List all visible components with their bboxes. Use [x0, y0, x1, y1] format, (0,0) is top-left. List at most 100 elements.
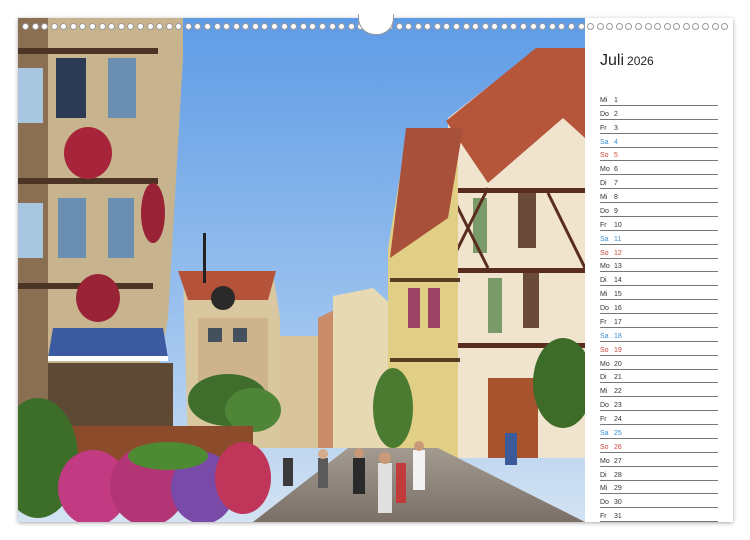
binding-ring	[156, 22, 164, 30]
day-row: Do 30	[600, 494, 718, 509]
day-number: 4	[614, 138, 618, 146]
day-row: Mo 13	[600, 259, 718, 273]
day-weekday: So	[600, 443, 609, 451]
binding-ring	[481, 22, 489, 30]
day-number: 8	[614, 194, 618, 201]
day-number: 16	[614, 305, 622, 312]
day-weekday: Mo	[600, 457, 610, 465]
day-number: 7	[614, 180, 618, 188]
day-row: Mi 1	[600, 92, 718, 106]
day-row: Do 16	[600, 300, 718, 314]
day-number: 29	[614, 485, 622, 493]
day-weekday: So	[600, 249, 609, 257]
binding-ring	[453, 22, 461, 30]
day-number: 24	[614, 416, 622, 423]
binding-ring	[280, 22, 288, 30]
day-weekday: Mi	[600, 388, 608, 396]
day-weekday: Di	[600, 374, 607, 382]
binding-ring	[50, 22, 58, 30]
day-row: Sa 11	[600, 231, 718, 245]
binding-ring	[529, 22, 537, 30]
month-calendar: Juli 2026 Mi 1 Do 2 Fr 3 Sa 4 So 5 Mo 6 Di 7 Mi 8 Do 9 Fr 10…	[585, 18, 733, 523]
day-weekday: Di	[600, 471, 607, 479]
day-weekday: Do	[600, 110, 609, 118]
binding-ring	[136, 22, 144, 30]
day-list: Mi 1 Do 2 Fr 3 Sa 4 So 5 Mo 6 Di 7 Mi 8 Do 9 Fr 10 Sa 11 So 12 M…	[600, 92, 718, 523]
binding-ring	[271, 22, 279, 30]
binding-ring	[184, 22, 192, 30]
binding-ring	[31, 22, 39, 30]
binding-ring	[41, 22, 49, 30]
binding-ring	[79, 22, 87, 30]
day-weekday: Mi	[600, 194, 608, 201]
day-weekday: Mo	[600, 166, 610, 174]
day-number: 30	[614, 499, 622, 507]
day-number: 2	[614, 110, 618, 118]
day-row: So 5	[600, 148, 718, 162]
day-row: So 26	[600, 439, 718, 453]
binding-ring	[577, 22, 585, 30]
day-weekday: Fr	[600, 318, 607, 326]
binding-ring	[165, 22, 173, 30]
day-row: Fr 24	[600, 411, 718, 425]
binding-ring	[290, 22, 298, 30]
binding-ring	[510, 22, 518, 30]
binding-ring	[242, 22, 250, 30]
day-weekday: Mo	[600, 263, 610, 271]
day-row: Mi 8	[600, 189, 718, 203]
day-weekday: Mi	[600, 96, 608, 104]
binding-ring	[539, 22, 547, 30]
binding-ring	[328, 22, 336, 30]
day-row: Fr 3	[600, 120, 718, 134]
day-row: Fr 17	[600, 314, 718, 328]
day-row: Fr 31	[600, 508, 718, 523]
binding-ring	[299, 22, 307, 30]
month-name: Juli	[600, 52, 625, 69]
day-number: 14	[614, 277, 622, 285]
day-row: Mi 29	[600, 481, 718, 495]
day-number: 17	[614, 318, 622, 326]
day-number: 12	[614, 249, 622, 257]
day-row: Sa 25	[600, 425, 718, 439]
binding-ring	[146, 22, 154, 30]
day-weekday: Sa	[600, 332, 609, 340]
day-number: 25	[614, 429, 622, 437]
binding-ring	[22, 22, 29, 30]
binding-ring	[548, 22, 556, 30]
binding-ring	[261, 22, 269, 30]
binding-ring	[318, 22, 326, 30]
binding-ring	[405, 22, 413, 30]
day-number: 26	[614, 443, 622, 451]
binding-ring	[395, 22, 403, 30]
day-row: Fr 10	[600, 217, 718, 231]
binding-ring	[251, 22, 259, 30]
day-number: 15	[614, 291, 622, 299]
day-weekday: Mi	[600, 485, 608, 493]
day-number: 23	[614, 402, 622, 410]
half-timbered-street-photo	[18, 18, 585, 522]
day-row: Mi 15	[600, 286, 718, 301]
binding-ring	[203, 22, 211, 30]
day-row: Sa 4	[600, 134, 718, 148]
binding-ring	[424, 22, 432, 30]
binding-ring	[491, 22, 499, 30]
binding-ring	[223, 22, 231, 30]
binding-ring	[175, 22, 183, 30]
day-row: Do 9	[600, 203, 718, 217]
day-number: 11	[614, 235, 622, 243]
day-row: Di 14	[600, 272, 718, 287]
binding-ring	[98, 22, 106, 30]
day-weekday: Fr	[600, 221, 607, 229]
day-weekday: Sa	[600, 235, 609, 243]
binding-ring	[472, 22, 480, 30]
day-number: 21	[614, 374, 622, 382]
binding-ring	[60, 22, 68, 30]
day-weekday: Do	[600, 402, 609, 410]
binding-ring	[462, 22, 470, 30]
binding-ring	[213, 22, 221, 30]
day-row: Di 21	[600, 370, 718, 384]
day-row: Do 2	[600, 106, 718, 120]
day-number: 1	[614, 96, 618, 104]
street-photo	[18, 18, 585, 522]
binding-ring	[558, 22, 566, 30]
